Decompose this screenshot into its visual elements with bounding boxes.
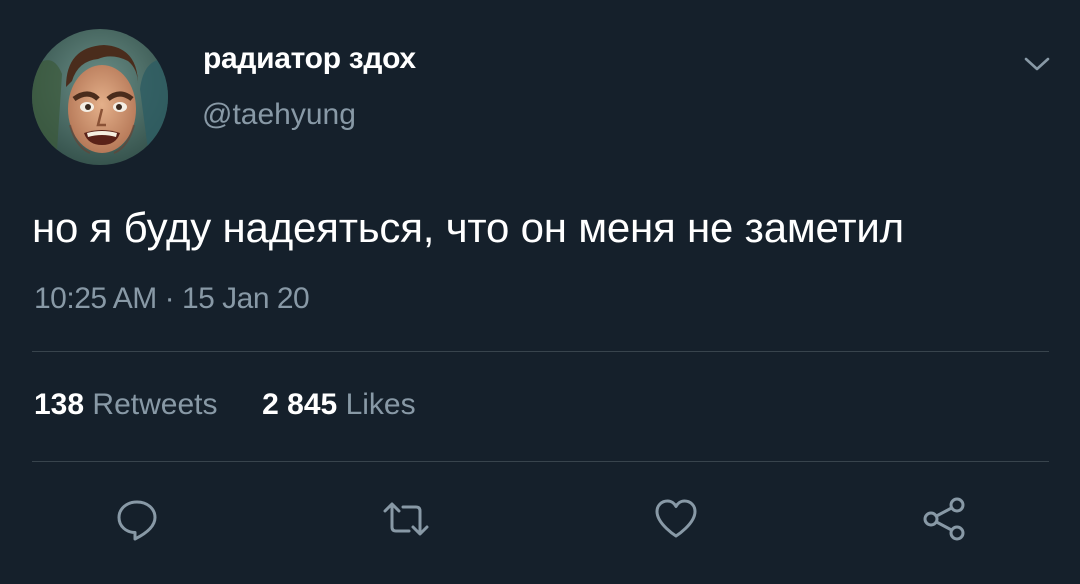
tweet-timestamp[interactable]: 10:25 AM · 15 Jan 20 [34, 282, 310, 316]
divider [32, 461, 1049, 462]
like-button[interactable] [651, 494, 701, 544]
retweet-icon [383, 502, 429, 536]
reply-icon [117, 500, 157, 541]
likes-stat[interactable]: 2 845 Likes [262, 388, 415, 421]
share-button[interactable] [920, 494, 970, 544]
tweet-time: 10:25 AM [34, 282, 157, 315]
tweet-detail: радиатор здох @taehyung но я буду надеят… [0, 0, 1080, 584]
retweets-count: 138 [34, 388, 85, 421]
engagement-stats: 138 Retweets 2 845 Likes [34, 388, 416, 422]
tweet-text: но я буду надеяться, что он меня не заме… [32, 204, 904, 251]
meta-separator: · [164, 282, 175, 315]
username-handle[interactable]: @taehyung [202, 98, 356, 132]
display-name[interactable]: радиатор здох [203, 42, 416, 76]
reply-button[interactable] [112, 494, 162, 544]
heart-icon [655, 499, 697, 538]
retweets-label: Retweets [92, 388, 218, 421]
avatar[interactable] [32, 29, 168, 165]
chevron-down-icon[interactable] [1022, 52, 1052, 76]
likes-count: 2 845 [262, 388, 338, 421]
retweets-stat[interactable]: 138 Retweets [34, 388, 226, 421]
share-icon [923, 497, 965, 541]
retweet-button[interactable] [381, 494, 431, 544]
divider [32, 351, 1049, 352]
avatar-image [32, 29, 168, 165]
tweet-date: 15 Jan 20 [181, 282, 310, 315]
likes-label: Likes [345, 388, 416, 421]
